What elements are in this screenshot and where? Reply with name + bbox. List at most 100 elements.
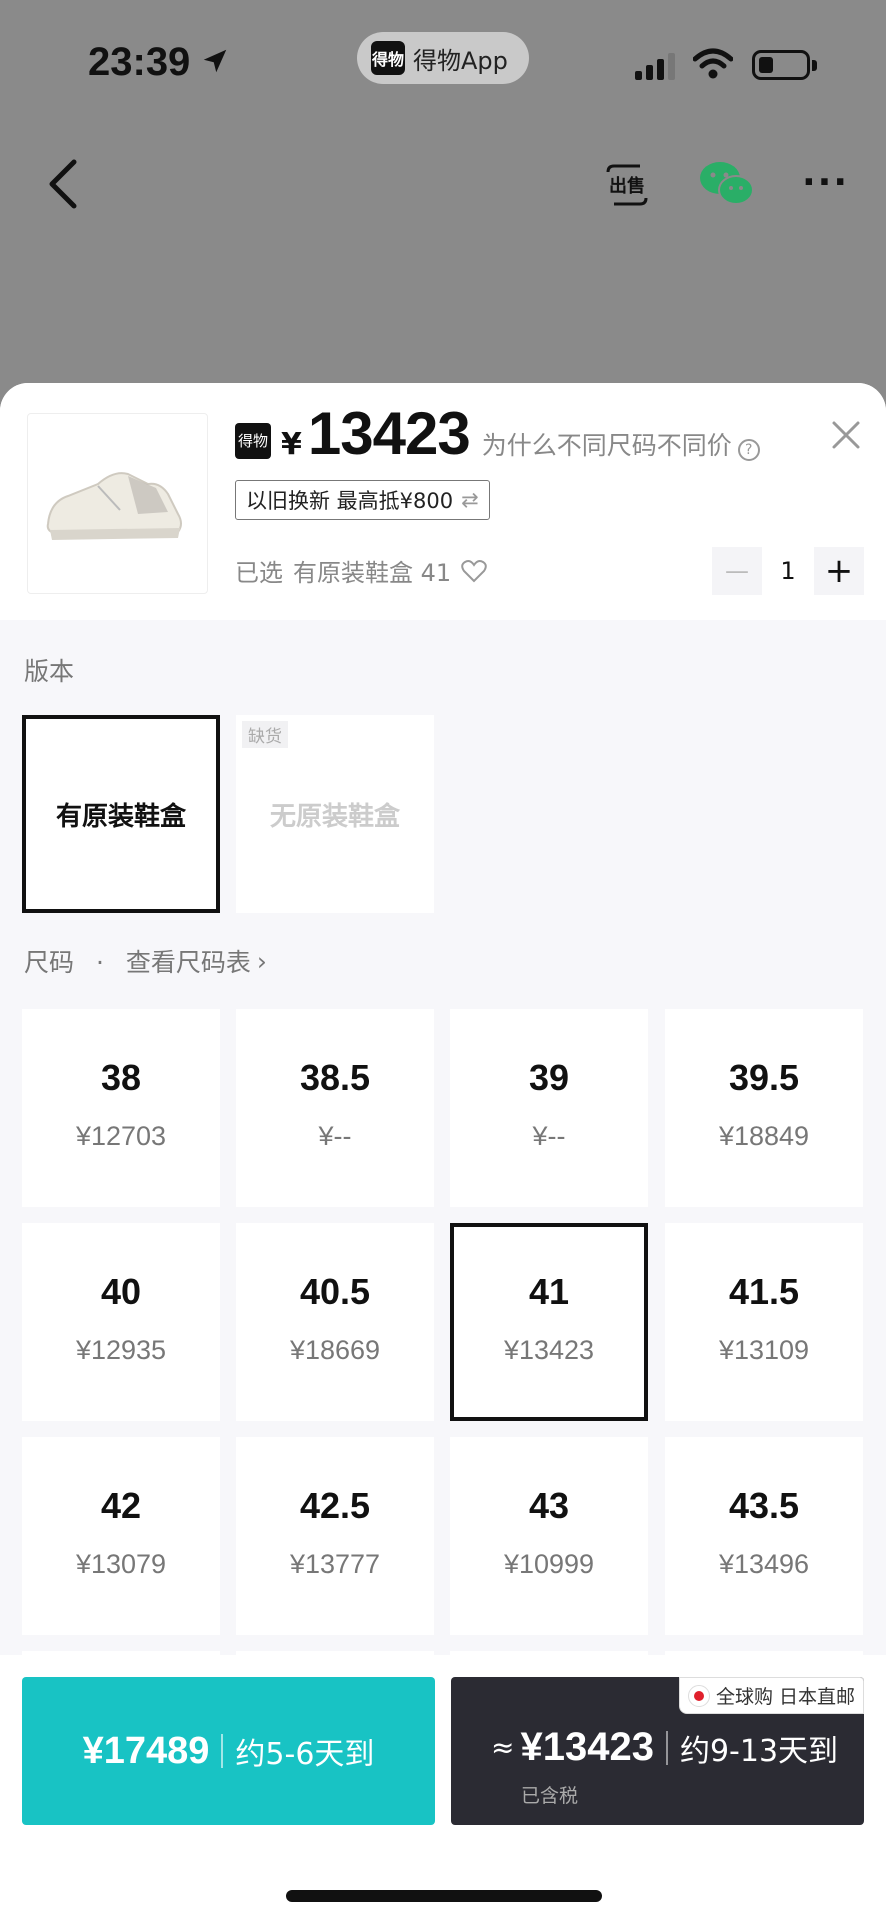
size-option-40[interactable]: 40 ¥12935 [22,1223,220,1421]
selected-label: 已选 [235,559,283,587]
fast-eta: 约5-6天到 [235,1737,375,1772]
app-indicator[interactable]: 得物 得物App [357,32,529,84]
version-option-no-box[interactable]: 缺货 无原装鞋盒 [236,715,434,913]
size-price: ¥13777 [289,1549,381,1579]
quantity-minus-button[interactable]: — [712,547,762,595]
size-value: 40.5 [299,1271,371,1312]
battery-cap [812,60,817,71]
approx-symbol: ≈ [491,1731,515,1764]
size-section-header: 尺码 · 查看尺码表 › [24,943,267,979]
size-price: ¥13109 [718,1335,810,1365]
purchase-bar: ¥17489 约5-6天到 全球购 日本直邮 ≈ ¥13423 约9-13天到 … [0,1655,886,1920]
size-option-39-5[interactable]: 39.5 ¥18849 [665,1009,863,1207]
size-value: 42 [100,1485,142,1526]
buy-fast-button[interactable]: ¥17489 约5-6天到 [22,1677,435,1825]
sneaker-image [46,472,182,540]
size-option-42-5[interactable]: 42.5 ¥13777 [236,1437,434,1635]
selected-price: 13423 [307,400,471,467]
currency-symbol: ¥ [281,427,302,462]
sheet-header: 得物 ¥ 13423 为什么不同尺码不同价 ? 以旧换新 最高抵¥800 ⇄ 已… [0,383,886,620]
size-chart-label: 查看尺码表 [125,948,251,977]
global-tag-label: 全球购 日本直邮 [715,1686,855,1708]
size-price: ¥18669 [289,1335,381,1365]
size-price: ¥12703 [75,1121,167,1151]
size-value: 43.5 [728,1485,800,1526]
swap-icon: ⇄ [461,488,479,512]
divider [221,1734,224,1768]
selected-value: 有原装鞋盒 41 [293,559,452,587]
size-option-41[interactable]: 41 ¥13423 [450,1223,648,1421]
sell-icon: 出售 [606,164,648,206]
version-option-label: 有原装鞋盒 [55,801,186,832]
quantity-plus-button[interactable]: + [814,547,864,595]
size-value: 40 [100,1271,142,1312]
app-name: 得物App [413,46,508,75]
heart-icon[interactable] [461,559,487,583]
global-eta: 约9-13天到 [679,1733,839,1769]
sell-label: 出售 [609,175,645,197]
global-price: ¥13423 [520,1725,654,1769]
size-value: 41.5 [728,1271,800,1312]
size-price: ¥18849 [718,1121,810,1151]
status-time: 23:39 [88,40,191,84]
home-indicator [286,1890,602,1902]
version-option-with-box[interactable]: 有原装鞋盒 [22,715,220,913]
wifi-icon [693,48,733,79]
more-icon[interactable]: ··· [802,165,849,201]
chevron-right-icon: › [256,946,267,976]
buy-global-button[interactable]: 全球购 日本直邮 ≈ ¥13423 约9-13天到 已含税 [451,1677,864,1825]
size-price: ¥-- [532,1121,566,1151]
quantity-stepper: — 1 + [712,547,864,595]
size-label: 尺码 [24,948,75,977]
size-value: 39 [528,1057,570,1098]
quantity-value: 1 [780,557,796,585]
size-value: 39.5 [728,1057,800,1098]
size-option-43-5[interactable]: 43.5 ¥13496 [665,1437,863,1635]
size-value: 41 [528,1271,570,1312]
size-option-39[interactable]: 39 ¥-- [450,1009,648,1207]
global-shipping-tag: 全球购 日本直邮 [678,1677,864,1714]
brand-badge: 得物 [235,422,271,459]
size-option-40-5[interactable]: 40.5 ¥18669 [236,1223,434,1421]
app-logo-icon: 得物 [371,41,405,75]
location-arrow-icon [203,49,227,73]
status-bar: 23:39 得物 得物App [0,0,886,130]
trade-in-tag[interactable]: 以旧换新 最高抵¥800 ⇄ [235,480,490,520]
tax-note: 已含税 [521,1785,579,1807]
divider [665,1730,668,1765]
size-option-38[interactable]: 38 ¥12703 [22,1009,220,1207]
size-option-42[interactable]: 42 ¥13079 [22,1437,220,1635]
sell-button[interactable]: 出售 [602,162,652,208]
version-label: 版本 [24,657,75,686]
out-of-stock-badge: 缺货 [242,721,288,748]
size-value: 38 [100,1057,142,1098]
size-price: ¥10999 [503,1549,595,1579]
japan-flag-icon [687,1684,710,1707]
separator: · [95,948,104,977]
size-price: ¥13423 [503,1335,595,1365]
battery-icon [752,50,810,80]
size-price: ¥-- [318,1121,352,1151]
price-row: 得物 ¥ 13423 为什么不同尺码不同价 ? [235,399,760,468]
signal-icon [635,52,675,80]
fast-price: ¥17489 [82,1729,210,1772]
global-price-row: ≈ ¥13423 约9-13天到 [491,1725,838,1770]
size-option-38-5[interactable]: 38.5 ¥-- [236,1009,434,1207]
product-thumbnail[interactable] [27,413,208,594]
price-explain-link[interactable]: 为什么不同尺码不同价 [482,426,732,462]
size-value: 43 [528,1485,570,1526]
help-icon[interactable]: ? [737,439,760,461]
size-price: ¥12935 [75,1335,167,1365]
size-value: 42.5 [299,1485,371,1526]
close-icon[interactable] [830,419,862,451]
size-chart-link[interactable]: 查看尺码表 › [126,943,267,979]
size-value: 38.5 [299,1057,371,1098]
size-option-41-5[interactable]: 41.5 ¥13109 [665,1223,863,1421]
wechat-icon[interactable] [698,160,754,206]
back-icon[interactable] [44,158,84,210]
trade-in-label: 以旧换新 最高抵¥800 [246,489,454,513]
size-option-43[interactable]: 43 ¥10999 [450,1437,648,1635]
selected-summary: 已选 有原装鞋盒 41 [235,553,487,588]
size-price: ¥13079 [75,1549,167,1579]
version-option-label: 无原装鞋盒 [269,801,400,832]
